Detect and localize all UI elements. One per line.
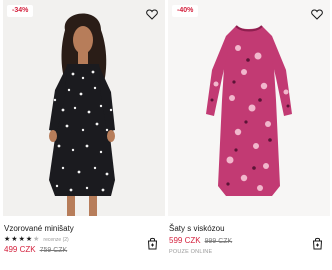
star-icon: ★ — [25, 236, 33, 243]
original-price: 999 CZK — [204, 238, 233, 245]
model-photo — [3, 0, 165, 216]
review-count: recenze (2) — [43, 237, 69, 243]
availability-label: POUZE ONLINE — [169, 249, 213, 255]
price-row: 599 CZK 999 CZK — [169, 236, 232, 245]
product-rating: ★ ★ ★ ★ ★ recenze (2) — [4, 236, 69, 244]
dress-photo — [168, 0, 330, 216]
product-name[interactable]: Vzorované minišaty — [4, 224, 74, 233]
star-icon: ★ — [11, 236, 18, 243]
discount-badge: -34% — [7, 5, 34, 17]
original-price: 759 CZK — [39, 247, 68, 254]
heart-outline-icon[interactable] — [145, 7, 159, 21]
product-card[interactable]: -40% Šaty s viskózou 599 CZK 999 CZK POU… — [168, 0, 330, 270]
sale-price: 599 CZK — [169, 236, 201, 245]
heart-outline-icon[interactable] — [310, 7, 324, 21]
shopping-bag-plus-icon[interactable] — [145, 236, 159, 250]
star-empty-icon: ★ — [33, 236, 40, 243]
product-image[interactable]: -34% — [3, 0, 165, 216]
product-name[interactable]: Šaty s viskózou — [169, 224, 225, 233]
sale-price: 499 CZK — [4, 245, 36, 254]
product-grid: -34% Vzorované minišaty ★ ★ ★ ★ ★ recenz… — [0, 0, 332, 270]
price-row: 499 CZK 759 CZK — [4, 245, 67, 254]
shopping-bag-plus-icon[interactable] — [310, 236, 324, 250]
star-icon: ★ — [18, 236, 25, 243]
product-image[interactable]: -40% — [168, 0, 330, 216]
star-icon: ★ — [4, 236, 11, 243]
product-card[interactable]: -34% Vzorované minišaty ★ ★ ★ ★ ★ recenz… — [3, 0, 165, 270]
discount-badge: -40% — [172, 5, 199, 17]
